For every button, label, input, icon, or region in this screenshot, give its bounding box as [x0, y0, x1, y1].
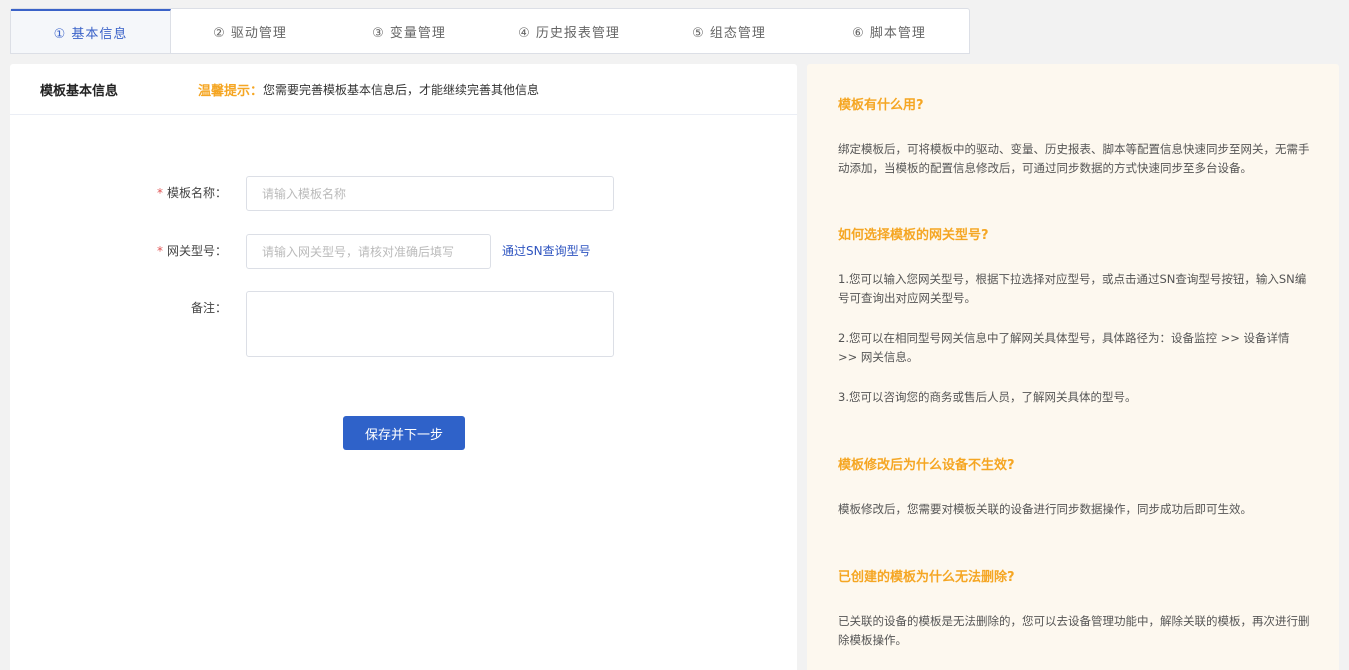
tip-text: 您需要完善模板基本信息后，才能继续完善其他信息 — [263, 82, 540, 97]
query-model-by-sn-link[interactable]: 通过SN查询型号 — [502, 234, 591, 269]
required-mark: * — [156, 244, 163, 258]
form-row-gateway-model: * 网关型号： 请输入网关型号，请核对准确后填写 通过SN查询型号 — [10, 234, 591, 269]
template-name-input[interactable]: 请输入模板名称 — [246, 176, 614, 211]
step-tabs: ① 基本信息 ② 驱动管理 ③ 变量管理 ④ 历史报表管理 ⑤ 组态管理 ⑥ 脚… — [10, 8, 970, 54]
required-mark: * — [156, 186, 163, 200]
tab-basic-info[interactable]: ① 基本信息 — [11, 9, 171, 53]
tip-label: 温馨提示： — [198, 83, 264, 99]
faq-answer-1: 绑定模板后，可将模板中的驱动、变量、历史报表、脚本等配置信息快速同步至网关，无需… — [838, 142, 1310, 175]
save-and-next-button[interactable]: 保存并下一步 — [343, 416, 465, 450]
faq-answer-3: 模板修改后，您需要对模板关联的设备进行同步数据操作，同步成功后即可生效。 — [838, 502, 1252, 516]
tab-script-management[interactable]: ⑥ 脚本管理 — [809, 9, 969, 53]
faq-question-4: 已创建的模板为什么无法删除? — [838, 570, 1015, 585]
faq-answer-2-1: 1.您可以输入您网关型号，根据下拉选择对应型号，或点击通过SN查询型号按钮，输入… — [838, 272, 1307, 305]
gateway-model-input[interactable]: 请输入网关型号，请核对准确后填写 — [246, 234, 491, 269]
panel-header: 模板基本信息 温馨提示： 您需要完善模板基本信息后，才能继续完善其他信息 — [10, 64, 797, 115]
faq-answer-2-2: 2.您可以在相同型号网关信息中了解网关具体型号，具体路径为：设备监控 >> 设备… — [838, 331, 1290, 364]
tab-history-report-management[interactable]: ④ 历史报表管理 — [489, 9, 649, 53]
form-row-template-name: * 模板名称： 请输入模板名称 — [10, 176, 614, 211]
faq-panel: 模板有什么用? 绑定模板后，可将模板中的驱动、变量、历史报表、脚本等配置信息快速… — [807, 64, 1339, 670]
form-row-remark: 备注： — [10, 291, 614, 357]
faq-question-2: 如何选择模板的网关型号? — [838, 228, 989, 243]
template-name-label: * 模板名称： — [156, 186, 227, 200]
panel-title: 模板基本信息 — [40, 83, 119, 99]
remark-label: 备注： — [190, 301, 227, 315]
remark-textarea[interactable] — [246, 291, 614, 357]
faq-answer-2-3: 3.您可以咨询您的商务或售后人员，了解网关具体的型号。 — [838, 390, 1137, 404]
tab-configuration-management[interactable]: ⑤ 组态管理 — [649, 9, 809, 53]
gateway-model-label: * 网关型号： — [156, 244, 227, 258]
tab-driver-management[interactable]: ② 驱动管理 — [171, 9, 329, 53]
faq-question-1: 模板有什么用? — [838, 98, 924, 113]
tab-variable-management[interactable]: ③ 变量管理 — [329, 9, 489, 53]
faq-question-3: 模板修改后为什么设备不生效? — [838, 458, 1015, 473]
template-form-panel: 模板基本信息 温馨提示： 您需要完善模板基本信息后，才能继续完善其他信息 * 模板… — [10, 64, 797, 670]
faq-answer-4: 已关联的设备的模板是无法删除的，您可以去设备管理功能中，解除关联的模板，再次进行… — [838, 614, 1310, 647]
